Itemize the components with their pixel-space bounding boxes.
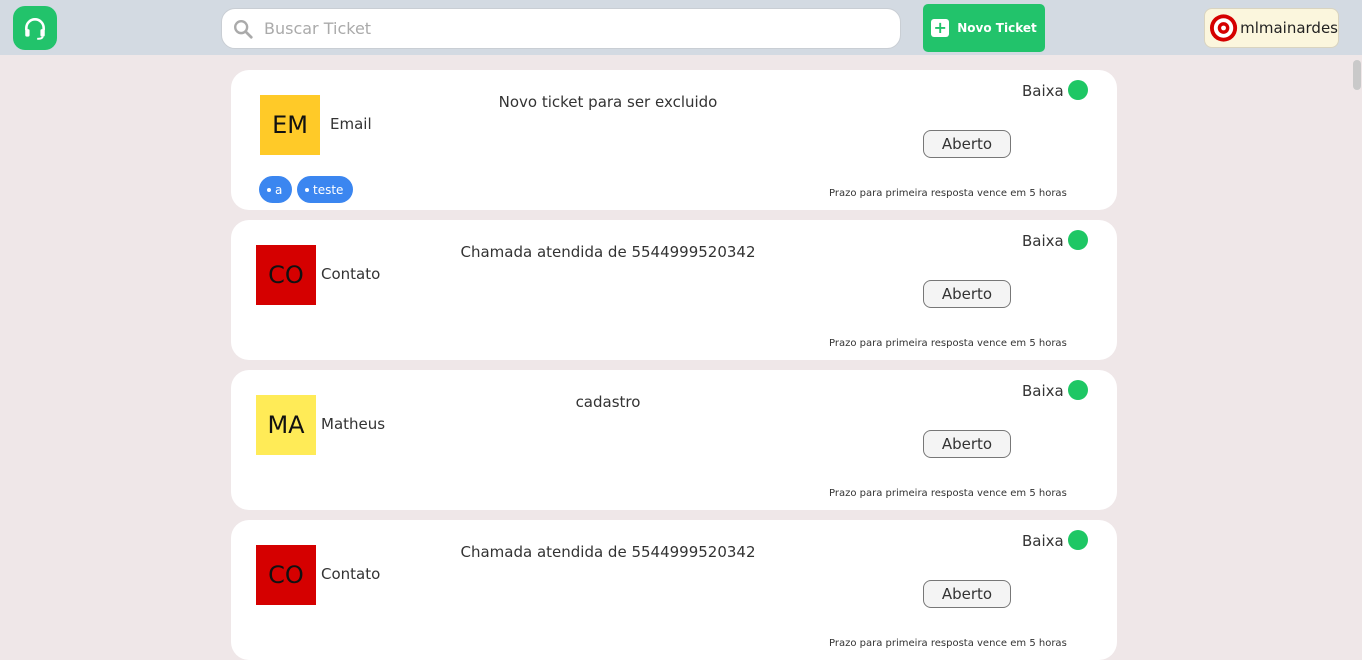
search-icon — [232, 18, 254, 40]
tag-label: a — [275, 182, 283, 197]
search-input[interactable] — [262, 18, 866, 39]
priority-indicator — [1068, 230, 1088, 250]
status-label: Aberto — [941, 135, 993, 153]
tag-label: teste — [313, 182, 344, 197]
ticket-subject: cadastro — [575, 393, 641, 411]
contact-name: Contato — [321, 265, 381, 283]
tag-chip[interactable]: a — [259, 176, 293, 203]
tag-dot-icon — [267, 187, 271, 192]
ticket-card[interactable]: CO Contato Chamada atendida de 554499952… — [231, 520, 1117, 660]
tag-dot-icon — [305, 187, 309, 192]
ticket-card[interactable]: CO Contato Chamada atendida de 554499952… — [231, 220, 1117, 360]
deadline-text: Prazo para primeira resposta vence em 5 … — [829, 638, 1067, 649]
ticket-card[interactable]: MA Matheus cadastro Baixa Aberto Prazo p… — [231, 370, 1117, 510]
ticket-subject: Chamada atendida de 5544999520342 — [460, 543, 756, 561]
status-button[interactable]: Aberto — [923, 280, 1011, 308]
status-label: Aberto — [941, 435, 993, 453]
avatar-initials: EM — [272, 111, 308, 139]
headset-logo-icon[interactable] — [13, 6, 57, 50]
avatar-initials: CO — [268, 261, 304, 289]
priority-indicator — [1068, 380, 1088, 400]
new-ticket-button[interactable]: + Novo Ticket — [923, 4, 1045, 52]
username: mlmainardes — [1240, 19, 1338, 37]
contact-avatar: CO — [256, 545, 316, 605]
priority-label: Baixa — [1022, 532, 1064, 550]
priority-label: Baixa — [1022, 232, 1064, 250]
deadline-text: Prazo para primeira resposta vence em 5 … — [829, 188, 1067, 199]
contact-name: Matheus — [321, 415, 386, 433]
priority-label: Baixa — [1022, 382, 1064, 400]
tag-chip[interactable]: teste — [297, 176, 354, 203]
user-avatar-icon — [1209, 14, 1238, 42]
ticket-subject: Chamada atendida de 5544999520342 — [460, 243, 756, 261]
ticket-card[interactable]: EM Email Novo ticket para ser excluido B… — [231, 70, 1117, 210]
deadline-text: Prazo para primeira resposta vence em 5 … — [829, 488, 1067, 499]
user-menu-button[interactable]: mlmainardes — [1204, 8, 1339, 48]
priority-indicator — [1068, 80, 1088, 100]
priority-indicator — [1068, 530, 1088, 550]
contact-avatar: EM — [260, 95, 320, 155]
contact-name: Email — [330, 115, 372, 133]
avatar-initials: CO — [268, 561, 304, 589]
contact-name: Contato — [321, 565, 381, 583]
top-bar: + Novo Ticket mlmainardes — [0, 0, 1362, 55]
contact-avatar: CO — [256, 245, 316, 305]
status-label: Aberto — [941, 585, 993, 603]
ticket-subject: Novo ticket para ser excluido — [498, 93, 718, 111]
scrollbar[interactable] — [1352, 55, 1362, 657]
contact-avatar: MA — [256, 395, 316, 455]
avatar-initials: MA — [267, 411, 305, 439]
plus-icon: + — [931, 19, 950, 37]
status-button[interactable]: Aberto — [923, 130, 1011, 158]
status-button[interactable]: Aberto — [923, 580, 1011, 608]
status-label: Aberto — [941, 285, 993, 303]
status-button[interactable]: Aberto — [923, 430, 1011, 458]
search-box[interactable] — [221, 8, 901, 49]
deadline-text: Prazo para primeira resposta vence em 5 … — [829, 338, 1067, 349]
new-ticket-label: Novo Ticket — [957, 21, 1037, 35]
scrollbar-thumb[interactable] — [1353, 60, 1361, 90]
priority-label: Baixa — [1022, 82, 1064, 100]
